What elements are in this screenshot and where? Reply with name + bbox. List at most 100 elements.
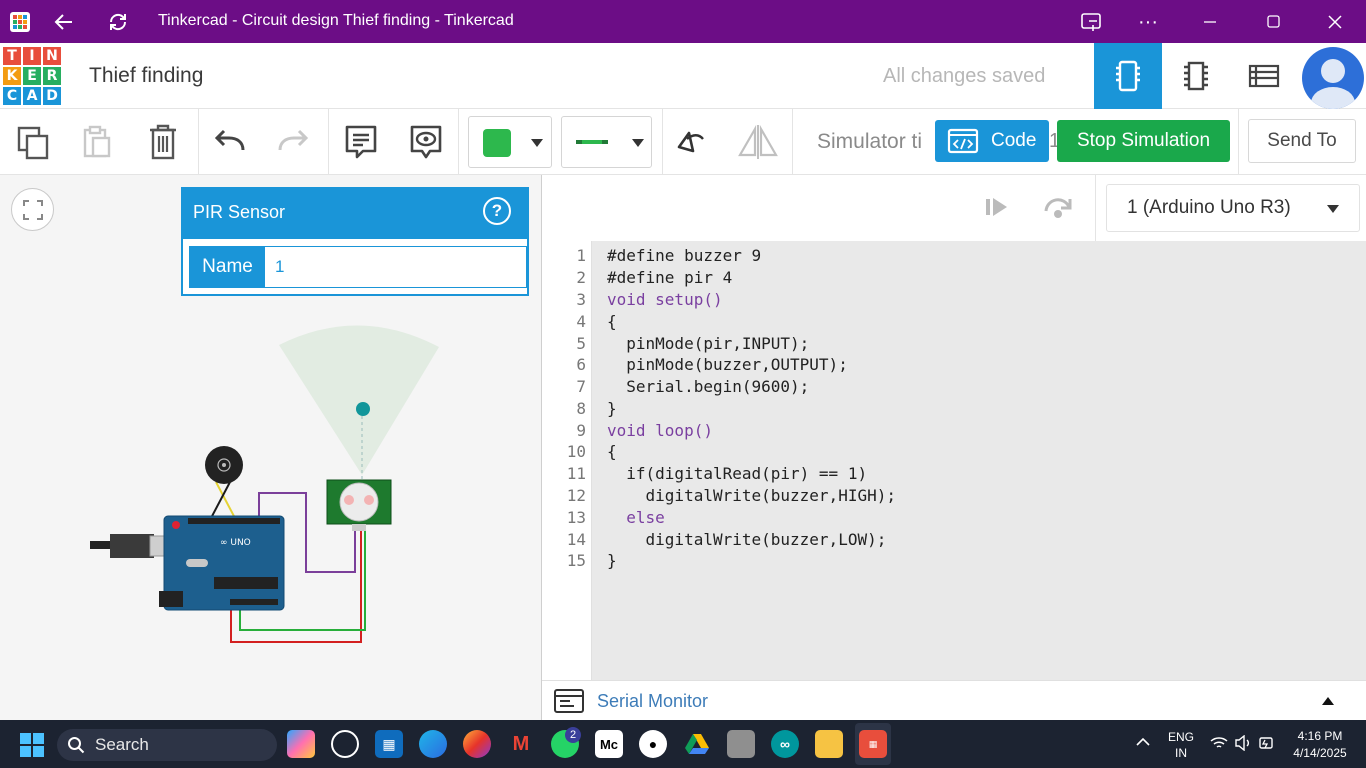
step-button[interactable] — [982, 193, 1012, 226]
user-avatar[interactable] — [1302, 47, 1364, 109]
step-play-icon — [986, 198, 1007, 216]
help-icon[interactable]: ? — [483, 197, 511, 225]
tray-chevron-icon[interactable] — [1136, 734, 1150, 752]
language-top[interactable]: ENG — [1162, 730, 1200, 744]
line-number: 9 — [576, 421, 586, 440]
app-icon — [6, 8, 34, 36]
logo-letter: T — [3, 47, 21, 65]
save-status: All changes saved — [883, 65, 1046, 87]
github-icon[interactable]: ● — [639, 730, 667, 758]
divider — [198, 109, 199, 175]
step-over-button[interactable] — [1042, 193, 1074, 226]
restore-icon[interactable] — [1259, 8, 1287, 36]
app-header: T I N K E R C A D Thief finding All chan… — [0, 43, 1366, 109]
code-editor-icon — [947, 128, 979, 154]
edge-icon[interactable] — [419, 730, 447, 758]
color-swatch — [483, 129, 511, 157]
name-row: Name 1 — [189, 246, 527, 288]
code-line: digitalWrite(buzzer,HIGH); — [607, 486, 896, 505]
name-label: Name — [190, 247, 265, 287]
component-inspector: PIR Sensor ? Name 1 — [181, 187, 529, 296]
notes-visibility-button[interactable] — [404, 121, 448, 163]
wifi-icon[interactable] — [1210, 736, 1228, 755]
volume-icon[interactable] — [1234, 734, 1252, 756]
paste-button[interactable] — [74, 121, 118, 163]
logo-letter: I — [23, 47, 41, 65]
app-options-icon[interactable] — [1077, 8, 1105, 36]
store-icon[interactable]: ▦ — [375, 730, 403, 758]
minimize-icon[interactable] — [1196, 8, 1224, 36]
code-line: } — [607, 551, 617, 570]
serial-monitor-bar[interactable]: Serial Monitor — [542, 680, 1366, 720]
line-number: 5 — [576, 334, 586, 353]
divider — [792, 109, 793, 175]
list-table-icon — [1248, 64, 1280, 88]
back-arrow-icon[interactable] — [50, 8, 78, 36]
battery-icon[interactable] — [1258, 735, 1276, 756]
copilot-icon[interactable] — [287, 730, 315, 758]
start-button[interactable] — [20, 733, 44, 762]
code-editor[interactable]: 1 2 3 4 5 6 7 8 9 10 11 12 13 14 15 #def… — [542, 241, 1366, 680]
color-picker[interactable] — [468, 116, 552, 168]
schematic-view-button[interactable] — [1162, 43, 1230, 109]
send-to-button[interactable]: Send To — [1248, 119, 1356, 163]
refresh-icon[interactable] — [104, 8, 132, 36]
logo-letter: C — [3, 87, 21, 105]
code-line: digitalWrite(buzzer,LOW); — [607, 530, 887, 549]
redo-icon — [278, 129, 309, 151]
component-list-button[interactable] — [1230, 43, 1298, 109]
caret-down-icon — [531, 139, 543, 147]
stop-simulation-button[interactable]: Stop Simulation — [1057, 120, 1230, 162]
redo-button[interactable] — [271, 121, 315, 163]
file-explorer-icon[interactable] — [815, 730, 843, 758]
more-options-icon[interactable]: ··· — [1134, 8, 1162, 36]
close-icon[interactable] — [1321, 8, 1349, 36]
code-line: } — [607, 399, 617, 418]
rotate-button[interactable] — [668, 121, 712, 163]
board-select[interactable]: 1 (Arduino Uno R3) — [1106, 184, 1360, 232]
whatsapp-badge: 2 — [565, 727, 581, 743]
chatgpt-icon[interactable] — [331, 730, 359, 758]
line-number: 10 — [566, 442, 586, 461]
clock-date[interactable]: 4/14/2025 — [1288, 746, 1352, 760]
code-button[interactable]: Code — [935, 120, 1049, 162]
line-number: 14 — [566, 530, 586, 549]
arduino-ide-icon[interactable]: ∞ — [771, 730, 799, 758]
line-number: 7 — [576, 377, 586, 396]
code-panel-toolbar: 1 (Arduino Uno R3) — [542, 175, 1366, 241]
gmail-icon[interactable]: M — [507, 730, 535, 758]
code-panel: 1 (Arduino Uno R3) 1 2 3 4 5 6 7 8 9 10 … — [541, 175, 1366, 720]
app-tile-icon[interactable] — [727, 730, 755, 758]
taskbar-search[interactable]: Search — [57, 729, 277, 761]
code-line: Serial.begin(9600); — [607, 377, 810, 396]
simulator-time: Simulator ti — [817, 130, 923, 153]
wire-line-icon — [576, 140, 608, 144]
delete-button[interactable] — [141, 121, 185, 163]
code-line: void setup() — [607, 290, 723, 309]
name-field[interactable]: 1 — [265, 247, 526, 287]
undo-button[interactable] — [208, 121, 252, 163]
search-icon — [68, 737, 85, 754]
medium-icon[interactable]: Mc — [595, 730, 623, 758]
code-line: else — [607, 508, 665, 527]
google-drive-icon[interactable] — [683, 730, 711, 758]
line-number: 15 — [566, 551, 586, 570]
firefox-icon[interactable] — [463, 730, 491, 758]
notes-button[interactable] — [339, 121, 383, 163]
project-name[interactable]: Thief finding — [89, 64, 203, 88]
flip-button[interactable] — [736, 121, 780, 163]
line-number: 2 — [576, 268, 586, 287]
usb-plug — [110, 534, 154, 558]
wire-type-picker[interactable] — [561, 116, 652, 168]
line-number: 3 — [576, 290, 586, 309]
tinkercad-taskbar-icon[interactable]: ▦ — [859, 730, 887, 758]
paste-icon — [83, 125, 111, 158]
inspector-header: PIR Sensor ? — [183, 189, 527, 239]
circuit-view-button[interactable] — [1094, 43, 1162, 109]
copy-button[interactable] — [11, 121, 55, 163]
tinkercad-logo[interactable]: T I N K E R C A D — [3, 47, 61, 105]
language-bottom[interactable]: IN — [1162, 746, 1200, 760]
clock-time[interactable]: 4:16 PM — [1288, 729, 1352, 743]
circuit-canvas[interactable]: ∞ UNO PIR Sensor ? Name 1 — [0, 175, 541, 720]
rotate-icon — [677, 131, 704, 153]
